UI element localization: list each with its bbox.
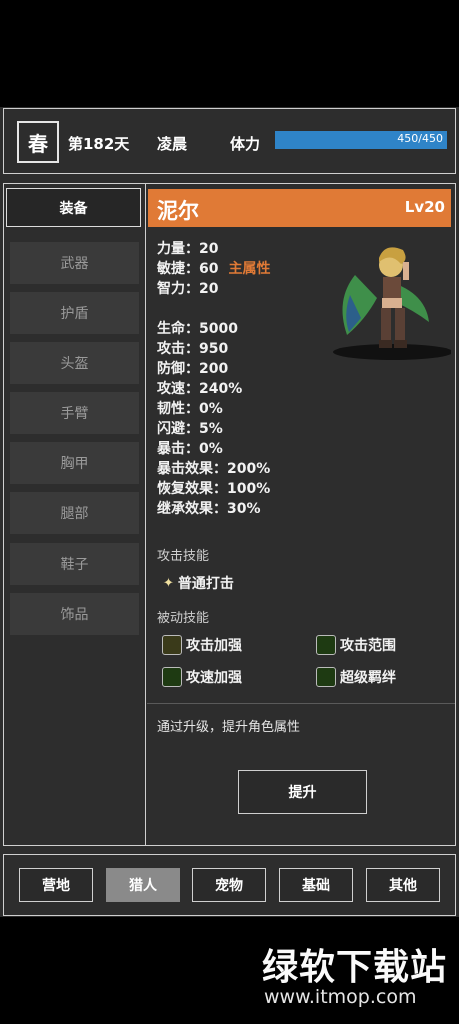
nav-weapon[interactable]: 武器 [10,242,139,284]
nav-legs[interactable]: 腿部 [10,492,139,534]
tab-camp[interactable]: 营地 [19,868,93,902]
attack-skill[interactable]: ✦ 普通打击 [163,573,234,593]
tab-hunter[interactable]: 猎人 [106,868,180,902]
nav-shoes[interactable]: 鞋子 [10,543,139,585]
stat-hp: 生命：5000 [157,321,238,337]
passive-skill-super-bond[interactable]: 超级羁绊 [316,667,396,687]
season-badge: 春 [17,121,59,163]
attr-strength: 力量：20 [157,241,219,257]
passive-skill-attack-boost[interactable]: 攻击加强 [162,635,242,655]
passive-skill-attack-range[interactable]: 攻击范围 [316,635,396,655]
passive-skill-title: 被动技能 [157,611,210,626]
character-level: Lv20 [404,198,445,216]
attr-agility: 敏捷：60 主属性 [157,261,271,277]
main-attr-tag: 主属性 [228,261,271,277]
upgrade-description: 通过升级，提升角色属性 [157,720,301,735]
bond-skill-icon [316,667,336,687]
character-name-bar: 泥尔 Lv20 [148,189,451,227]
attr-intellect: 智力：20 [157,281,219,297]
nav-arm[interactable]: 手臂 [10,392,139,434]
equipment-tab[interactable]: 装备 [6,188,141,227]
watermark-url: www.itmop.com [264,986,417,1008]
stat-defense: 防御：200 [157,361,229,377]
stat-attack-speed: 攻速：240% [157,381,243,397]
stat-dodge: 闪避：5% [157,421,223,437]
stat-inherit: 继承效果：30% [157,501,261,517]
sparkle-icon: ✦ [163,575,174,591]
stamina-bar: 450/450 [275,131,447,149]
hunter-portrait [333,247,451,360]
tab-basic[interactable]: 基础 [279,868,353,902]
wind-skill-icon [162,667,182,687]
stamina-value: 450/450 [397,132,443,145]
time-of-day: 凌晨 [157,135,188,153]
nav-helmet[interactable]: 头盔 [10,342,139,384]
divider [145,184,146,845]
day-counter: 第182天 [68,135,130,153]
section-divider [147,703,455,704]
watermark-title: 绿软下载站 [262,947,448,988]
stamina-label: 体力 [230,135,261,153]
nav-shield[interactable]: 护盾 [10,292,139,334]
nav-chest[interactable]: 胸甲 [10,442,139,484]
stat-toughness: 韧性：0% [157,401,223,417]
stat-recovery: 恢复效果：100% [157,481,271,497]
sword-skill-icon [162,635,182,655]
passive-skill-speed-boost[interactable]: 攻速加强 [162,667,242,687]
nav-accessory[interactable]: 饰品 [10,593,139,635]
tab-pet[interactable]: 宠物 [192,868,266,902]
character-name: 泥尔 [157,199,199,223]
stat-crit: 暴击：0% [157,441,223,457]
stat-crit-effect: 暴击效果：200% [157,461,271,477]
upgrade-button[interactable]: 提升 [238,770,367,814]
attack-skill-title: 攻击技能 [157,549,210,564]
tab-other[interactable]: 其他 [366,868,440,902]
slash-skill-icon [316,635,336,655]
stat-attack: 攻击：950 [157,341,229,357]
